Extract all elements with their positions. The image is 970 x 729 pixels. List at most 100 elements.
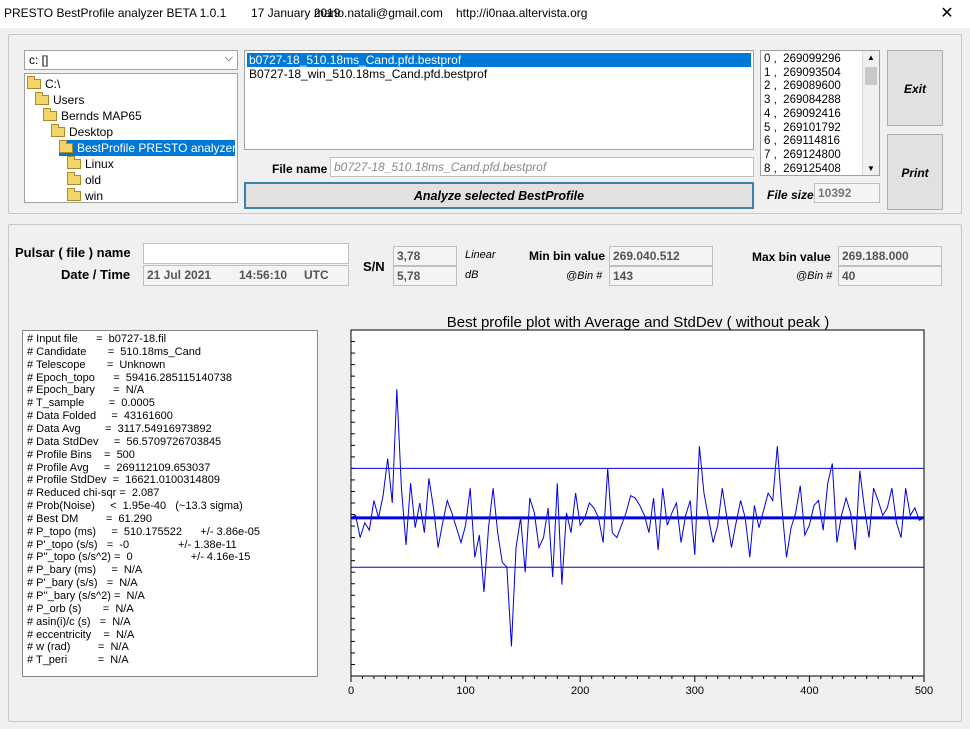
time-value: 14:56:10	[239, 268, 288, 282]
info-line: # Input file = b0727-18.fil	[27, 333, 167, 345]
bin-item[interactable]: 8 , 269125408	[764, 163, 841, 175]
sn-db-label: dB	[465, 269, 479, 281]
info-line: # Best DM = 61.290	[27, 512, 153, 525]
info-line: # Telescope = Unknown	[27, 358, 166, 371]
scroll-thumb[interactable]	[865, 67, 877, 85]
sn-db-field: 5,78	[393, 266, 457, 286]
timezone-value: UTC	[304, 268, 329, 282]
info-line: # eccentricity = N/A	[27, 628, 135, 641]
bin-list-scrollbar[interactable]: ▲ ▼	[862, 51, 879, 175]
bin-item[interactable]: 6 , 269114816	[764, 135, 840, 148]
directory-item[interactable]: Users	[35, 92, 84, 108]
chevron-down-icon[interactable]: ⌵	[225, 52, 233, 65]
plot-frame	[350, 329, 925, 677]
directory-item[interactable]: C:\	[27, 76, 60, 92]
x-tick-label: 0	[348, 685, 354, 697]
profile-info-box: # Input file = b0727-18.fil # Candidate =…	[22, 330, 318, 677]
bin-item[interactable]: 7 , 269124800	[764, 149, 841, 162]
info-line: # Profile Bins = 500	[27, 448, 135, 461]
min-bin-field: 269.040.512	[609, 246, 713, 266]
x-tick-label: 400	[800, 685, 818, 697]
filename-field[interactable]: b0727-18_510.18ms_Cand.pfd.bestprof	[330, 157, 754, 177]
directory-item[interactable]: win	[67, 188, 103, 202]
max-bin-field: 269.188.000	[838, 246, 942, 266]
sn-linear-field: 3,78	[393, 246, 457, 266]
datetime-field: 21 Jul 2021 14:56:10 UTC	[143, 265, 349, 286]
directory-label: Users	[53, 93, 85, 107]
bin-values-list[interactable]: ▲ ▼ 0 , 269099296 1 , 269093504 2 , 269089…	[760, 50, 880, 176]
drive-select[interactable]: c: [] ⌵	[24, 50, 238, 70]
sn-label: S/N	[363, 259, 385, 274]
directory-item[interactable]: old	[67, 172, 101, 188]
datetime-label: Date / Time	[61, 267, 131, 282]
directory-label: Desktop	[69, 125, 114, 139]
folder-icon	[59, 140, 73, 153]
info-line: # T_sample = 0.0005	[27, 397, 155, 410]
title-bar: PRESTO BestProfile analyzer BETA 1.0.1 1…	[0, 0, 970, 28]
info-line: # Data Avg = 3117.54916973892	[27, 422, 212, 435]
pulsar-name-field[interactable]	[143, 243, 349, 264]
min-bin-at-label: @Bin #	[566, 270, 603, 282]
scroll-down-icon[interactable]: ▼	[867, 164, 875, 173]
directory-label: Bernds MAP65	[61, 109, 142, 123]
directory-item[interactable]: Desktop	[51, 124, 113, 140]
info-line: # Data StdDev = 56.5709726703845	[27, 435, 222, 448]
directory-label: C:\	[45, 77, 61, 91]
bin-item[interactable]: 4 , 269092416	[764, 108, 841, 121]
author-email: mario.natali@gmail.com	[314, 6, 443, 20]
folder-icon	[35, 92, 49, 105]
info-line: # Candidate = 510.18ms_Cand	[27, 345, 201, 358]
filesize-label: File size	[767, 188, 814, 202]
folder-icon	[67, 156, 81, 169]
info-line: # T_peri = N/A	[27, 654, 129, 667]
info-line: # w (rad) = N/A	[27, 641, 129, 654]
x-tick-label: 300	[686, 685, 704, 697]
print-button[interactable]: Print	[887, 134, 943, 210]
file-item[interactable]: b0727-18_510.18ms_Cand.pfd.bestprof	[247, 53, 751, 67]
min-bin-label: Min bin value	[529, 249, 606, 263]
info-line: # P_orb (s) = N/A	[27, 602, 134, 615]
folder-icon	[51, 124, 65, 137]
chart-title: Best profile plot with Average and StdDe…	[447, 314, 829, 331]
directory-label: BestProfile PRESTO analyzer 1.0.1.e	[77, 141, 237, 155]
directory-label: old	[85, 173, 102, 187]
bin-item[interactable]: 0 , 269099296	[764, 53, 841, 66]
directory-item[interactable]: BestProfile PRESTO analyzer 1.0.1.e	[59, 140, 237, 156]
profile-plot: Best profile plot with Average and StdDe…	[320, 305, 970, 700]
directory-item[interactable]: Linux	[67, 156, 114, 172]
max-bin-label: Max bin value	[752, 250, 831, 264]
info-line: # Epoch_bary = N/A	[27, 384, 145, 397]
close-window-button[interactable]: ✕	[924, 0, 970, 28]
info-line: # Data Folded = 43161600	[27, 410, 173, 423]
info-line: # Reduced chi-sqr = 2.087	[27, 487, 160, 500]
bin-item[interactable]: 5 , 269101792	[764, 122, 841, 135]
file-list[interactable]: b0727-18_510.18ms_Cand.pfd.bestprof B0727…	[244, 50, 754, 150]
analyze-button[interactable]: Analyze selected BestProfile	[244, 182, 754, 209]
info-line: # asin(i)/c (s) = N/A	[27, 615, 131, 628]
min-bin-at-field: 143	[609, 266, 713, 286]
website-url: http://i0naa.altervista.org	[456, 6, 588, 20]
exit-button[interactable]: Exit	[887, 50, 943, 126]
filesize-field: 10392	[814, 183, 880, 203]
info-line: # P_topo (ms) = 510.175522 +/- 3.86e-05	[27, 525, 260, 538]
info-line: # P''_bary (s/s^2) = N/A	[27, 590, 145, 602]
max-bin-at-label: @Bin #	[796, 270, 833, 282]
x-tick-label: 500	[915, 685, 933, 697]
info-line: # P_bary (ms) = N/A	[27, 564, 143, 577]
app-title: PRESTO BestProfile analyzer BETA 1.0.1	[4, 6, 227, 20]
drive-label: c: []	[29, 53, 49, 67]
bin-item[interactable]: 2 , 269089600	[764, 80, 841, 93]
bin-item[interactable]: 1 , 269093504	[764, 67, 841, 80]
directory-item[interactable]: Bernds MAP65	[43, 108, 142, 124]
filename-label: File name	[272, 162, 328, 176]
sn-linear-label: Linear	[465, 249, 496, 261]
scroll-up-icon[interactable]: ▲	[867, 53, 875, 62]
profile-plot-svg: Best profile plot with Average and StdDe…	[348, 314, 933, 697]
file-item[interactable]: B0727-18_win_510.18ms_Cand.pfd.bestprof	[247, 67, 489, 81]
info-line: # Epoch_topo = 59416.285115140738	[27, 371, 233, 384]
folder-icon	[67, 188, 81, 201]
directory-label: Linux	[85, 157, 114, 171]
directory-list[interactable]: C:\ Users Bernds MAP65 Desktop BestProfile P…	[24, 73, 238, 203]
info-line: # P'_bary (s/s) = N/A	[27, 577, 138, 590]
bin-item[interactable]: 3 , 269084288	[764, 94, 841, 107]
